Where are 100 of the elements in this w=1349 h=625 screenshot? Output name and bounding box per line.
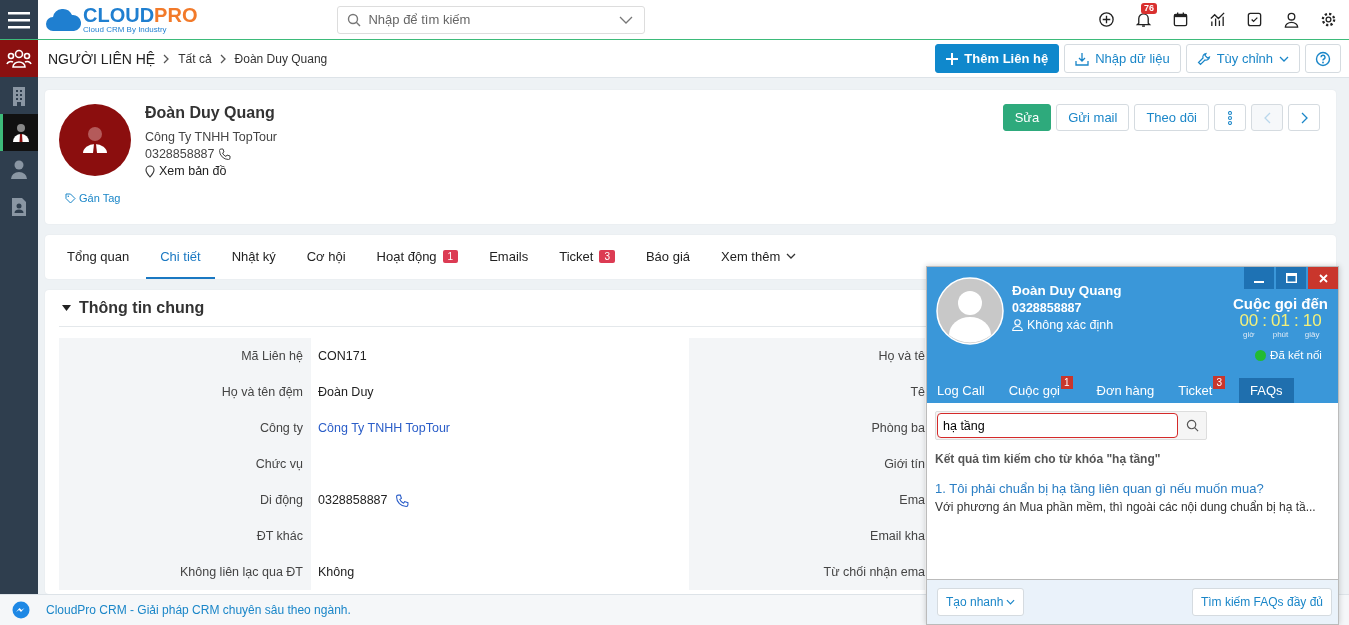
tab[interactable]: Hoạt động 1 <box>362 235 473 279</box>
map-pin-icon <box>145 164 155 178</box>
calendar-icon[interactable] <box>1172 11 1189 28</box>
contact-person-icon <box>11 122 30 143</box>
action-button[interactable]: Gửi mail <box>1056 104 1130 131</box>
tab[interactable]: Nhật ký <box>217 235 290 279</box>
tab[interactable]: Ticket 3 <box>545 235 629 279</box>
popup-footer-button[interactable]: Tìm kiếm FAQs đầy đủ <box>1191 588 1332 616</box>
field-label: Email kha <box>870 529 925 543</box>
more-vertical-icon <box>1227 110 1233 125</box>
help-button[interactable] <box>1305 44 1341 73</box>
map-link[interactable]: Xem bản đồ <box>159 164 227 178</box>
chevron-right-icon <box>219 53 227 64</box>
chevron-down-icon <box>786 253 797 259</box>
field-value: 0328858887 <box>318 493 388 507</box>
chevron-down-icon <box>1279 55 1289 62</box>
timer-value: 10 <box>1302 312 1322 330</box>
action-button[interactable]: Theo dõi <box>1134 104 1209 131</box>
task-icon[interactable] <box>1246 11 1263 28</box>
tab[interactable]: Tổng quan <box>53 235 144 279</box>
popup-tab[interactable]: Đơn hàng <box>1086 378 1165 403</box>
tag-link[interactable]: Gán Tag <box>79 192 121 204</box>
company-name: Công Ty TNHH TopTour <box>145 130 277 144</box>
user-icon[interactable] <box>1283 11 1300 28</box>
caller-phone: 0328858887 <box>1012 301 1083 315</box>
breadcrumb-item[interactable]: NGƯỜI LIÊN HỆ <box>48 50 156 67</box>
field-label: Ema <box>899 493 925 507</box>
chevron-down-icon <box>619 15 634 24</box>
close-icon <box>1318 273 1328 283</box>
minimize-button[interactable] <box>1244 267 1274 289</box>
popup-tab[interactable]: Ticket 3 <box>1168 378 1236 403</box>
timer-separator: : <box>1262 312 1268 330</box>
company-link[interactable]: Công Ty TNHH TopTour <box>318 421 450 435</box>
phone-icon[interactable] <box>218 148 231 160</box>
download-icon <box>1075 51 1090 66</box>
faq-result-link[interactable]: 1. Tôi phải chuẩn bị hạ tầng liên quan gì nếu muốn mua? <box>935 481 1330 496</box>
search-field[interactable]: Nhập để tìm kiếm <box>337 5 646 34</box>
contact-card-icon <box>11 196 27 217</box>
contacts-group-icon <box>6 47 32 70</box>
footer-link[interactable]: CloudPro CRM - Giải pháp CRM chuyên sâu theo ngành. <box>46 603 351 617</box>
sidebar-item[interactable] <box>0 114 38 151</box>
phone-number: 0328858887 <box>145 147 215 161</box>
header-button[interactable]: Thêm Liên hệ <box>935 44 1060 73</box>
menu-icon <box>8 10 30 29</box>
popup-tab[interactable]: Cuộc gọi 1 <box>998 378 1083 403</box>
settings-icon[interactable] <box>1320 11 1337 28</box>
timer-value: 00 <box>1239 312 1259 330</box>
phone-icon[interactable] <box>395 493 409 507</box>
chevron-down-icon <box>1006 599 1016 605</box>
person-icon <box>10 159 28 180</box>
breadcrumb-item[interactable]: Tất cả <box>178 51 212 66</box>
tab[interactable]: Cơ hội <box>292 235 360 279</box>
breadcrumb-item: Đoàn Duy Quang <box>234 51 328 66</box>
header-button[interactable]: Tùy chỉnh <box>1185 44 1300 73</box>
tab[interactable]: Emails <box>475 235 543 279</box>
wrench-icon <box>1196 51 1211 66</box>
header-button[interactable]: Nhập dữ liệu <box>1064 44 1181 73</box>
tab[interactable]: Chi tiết <box>146 235 215 279</box>
maximize-button[interactable] <box>1276 267 1306 289</box>
help-icon <box>1315 50 1331 67</box>
close-button[interactable] <box>1308 267 1338 289</box>
popup-tab[interactable]: FAQs <box>1239 378 1294 403</box>
plus-icon <box>946 52 959 65</box>
chart-icon[interactable] <box>1209 11 1226 28</box>
count-badge: 3 <box>599 249 615 263</box>
chevron-right-icon <box>1300 111 1308 124</box>
contact-name: Đoàn Duy Quang <box>145 104 276 122</box>
menu-button[interactable] <box>0 0 38 39</box>
more-button[interactable] <box>1214 104 1246 131</box>
field-label: Họ và tê <box>878 349 925 363</box>
field-value: Không <box>318 565 355 579</box>
action-button[interactable]: Sửa <box>1002 104 1052 131</box>
field-label: Không liên lạc qua ĐT <box>180 565 303 579</box>
faq-search-field[interactable]: hạ tầng <box>937 413 1178 438</box>
popup-tab[interactable]: Log Call <box>927 378 995 403</box>
logo-text: PRO <box>154 5 198 25</box>
notification-badge: 76 <box>1141 3 1157 14</box>
field-label: Họ và tên đệm <box>221 385 303 399</box>
tab[interactable]: Xem thêm <box>707 235 811 279</box>
section-title: Thông tin chung <box>79 299 205 317</box>
tab[interactable]: Báo giá <box>631 235 705 279</box>
field-label: Tê <box>910 385 925 399</box>
popup-footer-button[interactable]: Tạo nhanh <box>937 588 1025 616</box>
field-value: CON171 <box>318 349 367 363</box>
avatar-silhouette <box>936 277 1004 345</box>
count-badge: 1 <box>442 249 459 263</box>
notification-icon[interactable] <box>1135 11 1152 28</box>
faq-result-snippet: Với phương án Mua phần mềm, thì ngoài các nội dung chuẩn bị hạ tầ... <box>935 500 1317 514</box>
messenger-icon[interactable] <box>12 601 30 619</box>
timer-unit: giờ <box>1243 330 1255 339</box>
add-icon[interactable] <box>1098 11 1115 28</box>
maximize-icon <box>1285 273 1297 283</box>
field-label: Di động <box>259 493 303 507</box>
field-label: Giới tín <box>884 457 925 471</box>
sidebar-item[interactable] <box>0 40 38 77</box>
call-status: Đã kết nối <box>1270 349 1322 361</box>
results-heading: Kết quả tìm kiếm cho từ khóa "hạ tầng" <box>935 452 1162 466</box>
chevron-right-icon <box>163 53 171 64</box>
field-value: Đoàn Duy <box>318 385 374 399</box>
field-label: Phòng ba <box>871 421 925 435</box>
